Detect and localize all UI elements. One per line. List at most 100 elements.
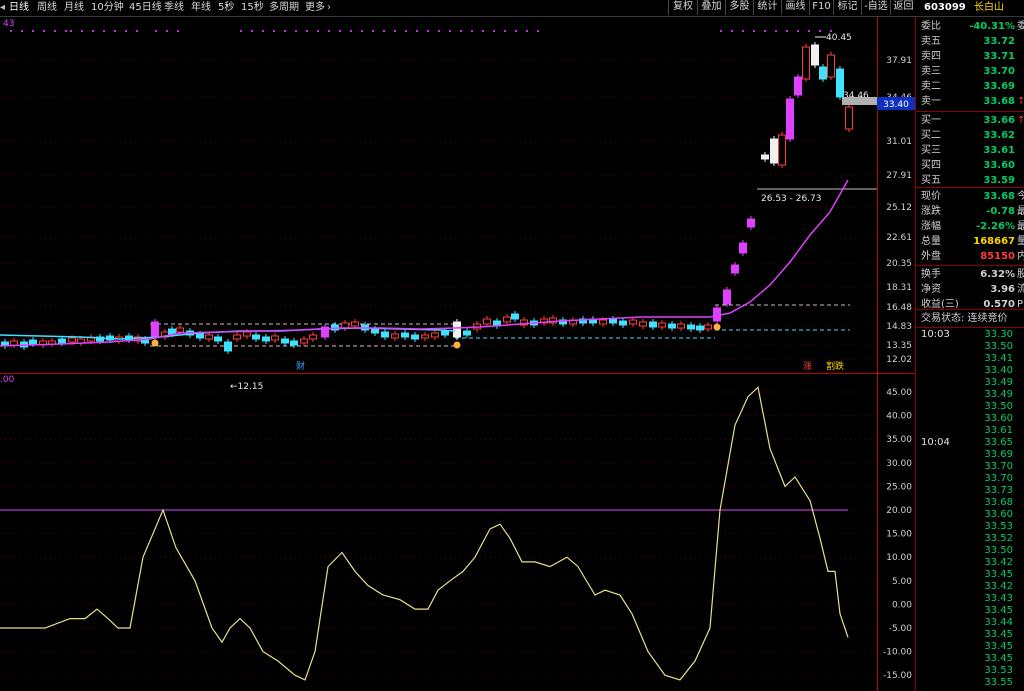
btn-overlay[interactable]: 叠加: [697, 0, 725, 15]
candle: [58, 338, 66, 344]
quote-row: 卖三 33.70: [916, 64, 1024, 79]
quote-label: 现价: [921, 191, 941, 202]
chart-area[interactable]: 43 .00 37.9134.4631.0127.9125.1222.6120.…: [0, 17, 915, 691]
tick-row: 33.44: [916, 617, 1024, 629]
quote-row: 卖二 33.69: [916, 79, 1024, 94]
signal-dot: [797, 30, 799, 32]
tick-row: 33.43: [916, 593, 1024, 605]
quote-row: 卖一 33.68 ↑: [916, 94, 1024, 109]
tick-price: 33.45: [984, 569, 1013, 580]
signal-dots: [10, 30, 832, 32]
quote-label: 涨跌: [921, 206, 941, 217]
tick-row: 33.45: [916, 653, 1024, 665]
tick-row: 33.50: [916, 341, 1024, 353]
toolbar: ◂ 日线 周线 月线 10分钟 45日线 季线 年线 5秒 15秒 多周期 更多…: [0, 0, 1024, 17]
tab-more[interactable]: 更多: [305, 1, 325, 15]
candle: [243, 331, 251, 337]
quote-label: 买二: [921, 130, 941, 141]
quote-extra: 最: [1017, 206, 1024, 217]
tick-row: 33.69: [916, 449, 1024, 461]
limit-up-marker[interactable]: 涨: [803, 361, 812, 372]
candle: [371, 328, 379, 334]
quote-row: 买三 33.61: [916, 143, 1024, 158]
tab-multi-period[interactable]: 多周期: [269, 1, 299, 15]
tick-price: 33.45: [984, 653, 1013, 664]
high-label: 40.45: [826, 33, 852, 43]
btn-f10[interactable]: F10: [809, 0, 833, 15]
btn-multi-stock[interactable]: 多股: [725, 0, 753, 15]
quote-label: 卖二: [921, 81, 941, 92]
tick-row: 33.40: [916, 365, 1024, 377]
btn-back[interactable]: 返回: [890, 0, 916, 15]
stock-header: 603099 长白山: [918, 0, 1024, 15]
candle: [290, 340, 298, 346]
tick-row: 33.60: [916, 413, 1024, 425]
signal-dot: [808, 30, 810, 32]
main-grid: 37.9134.4631.0127.9125.1222.6120.3518.31…: [0, 56, 912, 365]
indicator-axis-label: 20.00: [886, 506, 912, 516]
signal-dot: [177, 30, 179, 32]
btn-add-favorite[interactable]: -自选: [861, 0, 890, 15]
btn-draw[interactable]: 画线: [781, 0, 809, 15]
candle: [747, 218, 755, 228]
signal-dot: [70, 30, 72, 32]
tab-monthly[interactable]: 月线: [64, 1, 84, 15]
tab-45day[interactable]: 45日线: [129, 1, 162, 15]
quote-value: -2.26%: [976, 221, 1015, 232]
btn-stats[interactable]: 统计: [753, 0, 781, 15]
tick-price: 33.44: [984, 617, 1013, 628]
tick-price: 33.65: [984, 437, 1013, 448]
quote-extra: 内: [1017, 251, 1024, 262]
finance-marker[interactable]: 财: [296, 360, 305, 372]
tick-price: 33.49: [984, 389, 1013, 400]
signal-dot: [504, 30, 506, 32]
tab-weekly[interactable]: 周线: [37, 1, 57, 15]
quote-value: 33.71: [983, 51, 1015, 62]
tab-daily[interactable]: 日线: [9, 1, 29, 15]
signal-dot: [731, 30, 733, 32]
quote-row: 买一 33.66 ↑: [916, 113, 1024, 128]
price-axis-label: 13.35: [886, 341, 912, 351]
candle: [411, 334, 419, 340]
btn-mark[interactable]: 标记: [833, 0, 861, 15]
tick-row: 33.61: [916, 425, 1024, 437]
tick-price: 33.55: [984, 677, 1013, 688]
tick-price: 33.70: [984, 473, 1013, 484]
limit-down-marker[interactable]: 割跌: [826, 360, 844, 372]
tick-row: 33.45: [916, 605, 1024, 617]
quote-row: 买四 33.60: [916, 158, 1024, 173]
quote-value: 33.68: [983, 96, 1015, 107]
tab-yearly[interactable]: 年线: [191, 1, 211, 15]
quote-extra: 流: [1017, 284, 1024, 295]
menu-arrow-icon[interactable]: ◂: [0, 1, 5, 15]
candle: [639, 321, 647, 327]
candle: [300, 338, 308, 344]
tick-price: 33.41: [984, 353, 1013, 364]
candle: [786, 98, 794, 140]
candle: [770, 138, 778, 164]
signal-dot: [43, 30, 45, 32]
btn-adjust[interactable]: 复权: [668, 0, 697, 15]
candle: [827, 54, 835, 78]
candle: [214, 336, 222, 342]
range-label: 26.53 - 26.73: [761, 194, 822, 204]
tick-price: 33.53: [984, 665, 1013, 676]
tab-10min[interactable]: 10分钟: [91, 1, 124, 15]
candle: [381, 331, 389, 338]
candle: [262, 336, 270, 342]
tab-5sec[interactable]: 5秒: [218, 1, 234, 15]
price-tag-bar: [842, 97, 877, 105]
more-arrow-icon[interactable]: ›: [327, 1, 331, 15]
candle: [668, 323, 676, 329]
quote-extra: 最: [1017, 221, 1024, 232]
tab-15sec[interactable]: 15秒: [241, 1, 264, 15]
signal-dot: [460, 30, 462, 32]
signal-dot: [125, 30, 127, 32]
signal-dot: [114, 30, 116, 32]
signal-coin-2: [453, 341, 461, 349]
quote-label: 买五: [921, 175, 941, 186]
tick-price: 33.42: [984, 581, 1013, 592]
quote-label: 卖三: [921, 66, 941, 77]
price-axis-label: 22.61: [886, 233, 912, 243]
tab-quarterly[interactable]: 季线: [164, 1, 184, 15]
